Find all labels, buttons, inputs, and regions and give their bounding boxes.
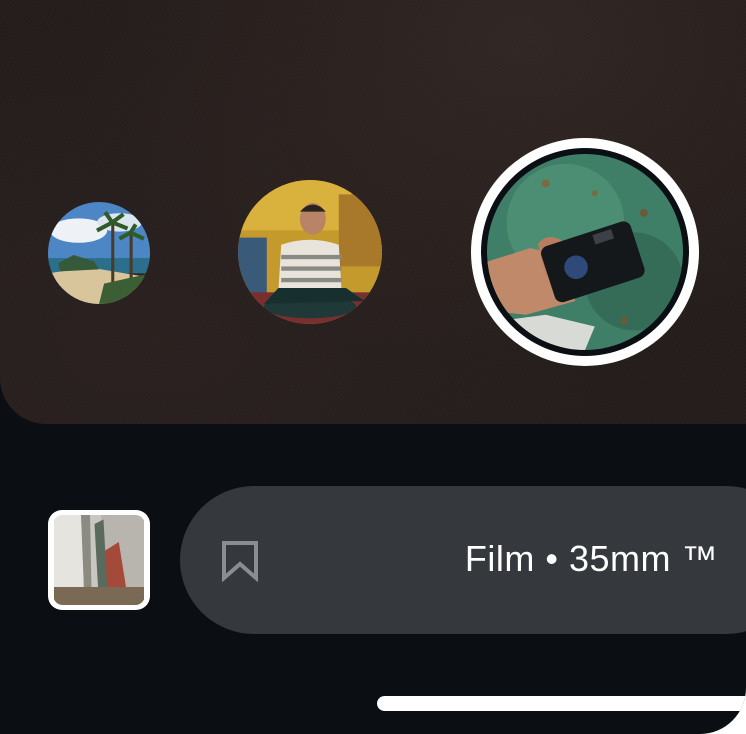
camera-screen: Film • 35mm ™ <box>0 0 746 734</box>
camera-viewfinder[interactable] <box>0 0 746 424</box>
beach-preview-image <box>48 202 150 304</box>
portrait-preview-image <box>238 180 382 324</box>
gallery-button[interactable] <box>48 510 150 610</box>
home-indicator[interactable] <box>377 696 746 711</box>
filter-name-pill[interactable]: Film • 35mm ™ <box>180 486 746 634</box>
filter-thumbnail-portrait[interactable] <box>238 180 382 324</box>
selected-ring-gap <box>481 148 689 356</box>
filter-name-label: Film • 35mm ™ <box>464 538 718 579</box>
filter-thumbnail-selected[interactable] <box>471 138 699 366</box>
gallery-thumbnail <box>53 515 145 605</box>
gallery-thumbnail-image <box>54 515 144 605</box>
filter-thumbnail-camera <box>487 154 683 350</box>
filter-thumbnail-beach[interactable] <box>48 202 150 304</box>
camera-preview-image <box>487 154 683 350</box>
